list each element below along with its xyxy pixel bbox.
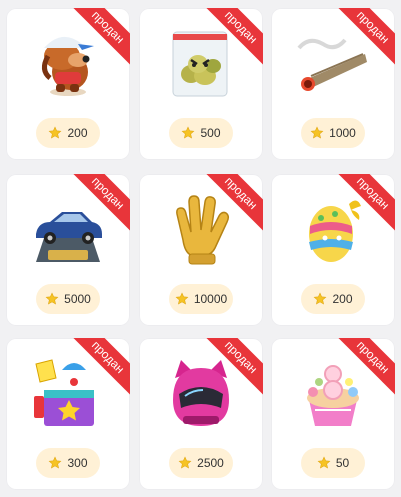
star-icon: [178, 456, 192, 469]
gift-card[interactable]: продан 10000: [139, 174, 263, 326]
easter-egg-icon: [309, 200, 361, 262]
star-icon: [310, 126, 324, 139]
price-value: 500: [200, 126, 221, 140]
bag-of-buds-icon: [172, 31, 228, 97]
star-icon: [314, 292, 327, 305]
gift-card[interactable]: продан 300: [6, 338, 130, 490]
star-icon: [49, 456, 62, 469]
gift-card[interactable]: продан 2500: [139, 338, 263, 490]
price-value: 2500: [197, 456, 224, 470]
gift-card[interactable]: продан 50: [271, 338, 395, 490]
blue-car-trophy-icon: [36, 212, 102, 262]
price-value: 1000: [329, 126, 356, 140]
gift-grid: продан 200 продан 500 продан 1000 продан…: [0, 0, 401, 497]
price-badge: 2500: [169, 448, 233, 478]
golden-glove-icon: [176, 195, 230, 265]
price-badge: 500: [169, 118, 233, 148]
star-icon: [49, 126, 62, 139]
price-value: 200: [332, 292, 353, 306]
gift-card[interactable]: продан 5000: [6, 174, 130, 326]
star-icon: [182, 126, 195, 139]
flower-8-cake-icon: [307, 365, 359, 426]
gift-card[interactable]: продан 1000: [271, 8, 395, 160]
price-badge: 200: [301, 284, 365, 314]
price-value: 5000: [64, 292, 91, 306]
price-badge: 300: [36, 448, 100, 478]
price-badge: 200: [36, 118, 100, 148]
price-badge: 50: [301, 448, 365, 478]
jack-in-the-box-icon: [34, 359, 94, 426]
gift-card[interactable]: продан 500: [139, 8, 263, 160]
gift-card[interactable]: продан 200: [271, 174, 395, 326]
price-value: 50: [335, 456, 350, 470]
price-value: 300: [67, 456, 88, 470]
price-badge: 1000: [301, 118, 365, 148]
star-icon: [317, 456, 331, 469]
pink-cat-helmet-icon: [173, 360, 229, 426]
joint-icon: [297, 38, 367, 91]
star-icon: [175, 292, 189, 305]
star-icon: [45, 292, 59, 305]
price-badge: 5000: [36, 284, 100, 314]
price-badge: 10000: [169, 284, 233, 314]
price-value: 10000: [193, 292, 228, 306]
dog-in-cap-icon: [42, 36, 94, 96]
price-value: 200: [67, 126, 88, 140]
gift-card[interactable]: продан 200: [6, 8, 130, 160]
